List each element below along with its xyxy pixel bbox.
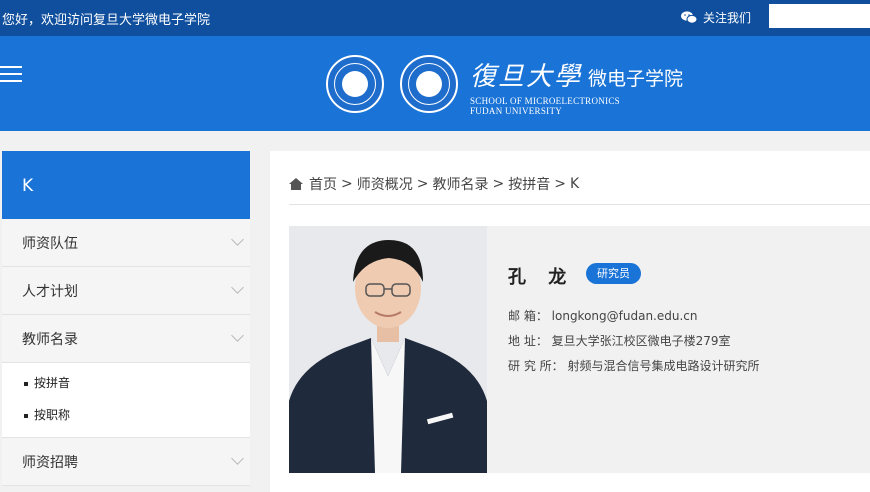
sidebar-subitem-by-title[interactable]: 按职称 [2,401,250,433]
sidebar: K 师资队伍 人才计划 教师名录 按拼音 按职称 师资招聘 [2,151,250,486]
address-label: 地 址： [508,334,548,348]
chevron-down-icon [231,329,244,342]
bullet-icon [24,381,28,386]
breadcrumb-current: K [569,176,580,192]
top-bar: 您好，欢迎访问复旦大学微电子学院 关注我们 [0,0,870,36]
sidebar-item-label: 师资队伍 [22,236,78,252]
breadcrumb-home[interactable]: 首页 [309,174,337,194]
brand-school-name: 微电子学院 [588,68,684,90]
sidebar-item-label: 人才计划 [22,284,78,300]
sidebar-subitem-by-pinyin[interactable]: 按拼音 [2,369,250,401]
email-row: 邮 箱： longkong@fudan.edu.cn [508,307,697,324]
email-label: 邮 箱： [508,309,548,323]
brand-english-line-1: SCHOOL OF MICROELECTRONICS [470,96,620,106]
sidebar-item-talent-program[interactable]: 人才计划 [2,267,250,315]
breadcrumb-separator: > [554,176,566,192]
sidebar-item-faculty-directory[interactable]: 教师名录 [2,315,250,363]
breadcrumb-faculty-overview[interactable]: 师资概况 [357,174,413,194]
sidebar-sub-list: 按拼音 按职称 [2,363,250,438]
address-value: 复旦大学张江校区微电子楼279室 [551,334,731,348]
breadcrumb: 首页 > 师资概况 > 教师名录 > 按拼音 > K [289,174,579,194]
sidebar-subitem-label: 按职称 [34,408,71,422]
search-input[interactable] [769,4,870,28]
profile-photo [289,226,487,473]
divider [289,204,870,205]
school-brand[interactable]: 復旦大學 微电子学院 SCHOOL OF MICROELECTRONICS FUD… [470,56,683,116]
follow-us-link[interactable]: 关注我们 [681,9,751,26]
chevron-down-icon [231,281,244,294]
sidebar-item-label: 师资招聘 [22,455,78,471]
sidebar-item-label: 教师名录 [22,332,78,348]
breadcrumb-faculty-directory[interactable]: 教师名录 [432,174,488,194]
profile-info-panel: 孔 龙 研究员 邮 箱： longkong@fudan.edu.cn 地 址： … [487,226,870,473]
teacher-name: 孔 龙 [508,267,575,288]
school-seal-logo [400,55,458,113]
follow-us-label: 关注我们 [703,11,752,25]
email-value[interactable]: longkong@fudan.edu.cn [552,309,698,323]
sidebar-subitem-label: 按拼音 [34,376,71,390]
chevron-down-icon [231,233,244,246]
university-seal-logo [326,55,384,113]
welcome-text: 您好，欢迎访问复旦大学微电子学院 [2,13,211,28]
breadcrumb-by-pinyin[interactable]: 按拼音 [508,174,550,194]
brand-university-name: 復旦大學 [470,62,583,92]
breadcrumb-separator: > [341,176,353,192]
home-icon[interactable] [289,178,303,190]
bullet-icon [24,413,28,418]
main-content: 首页 > 师资概况 > 教师名录 > 按拼音 > K 孔 龙 研究员 邮 箱： [270,151,870,492]
title-badge: 研究员 [586,263,641,284]
institute-value: 射频与混合信号集成电路设计研究所 [567,359,760,373]
institute-row: 研 究 所： 射频与混合信号集成电路设计研究所 [508,357,759,374]
breadcrumb-separator: > [492,176,505,192]
chevron-down-icon [231,452,244,465]
menu-icon[interactable] [0,66,22,87]
sidebar-item-recruitment[interactable]: 师资招聘 [2,438,250,486]
breadcrumb-separator: > [416,176,429,192]
wechat-icon [681,11,697,24]
sidebar-item-faculty-team[interactable]: 师资队伍 [2,219,250,267]
brand-english-line-2: FUDAN UNIVERSITY [470,106,563,116]
address-row: 地 址： 复旦大学张江校区微电子楼279室 [508,332,731,349]
institute-label: 研 究 所： [508,359,564,373]
sidebar-title: K [2,151,250,219]
